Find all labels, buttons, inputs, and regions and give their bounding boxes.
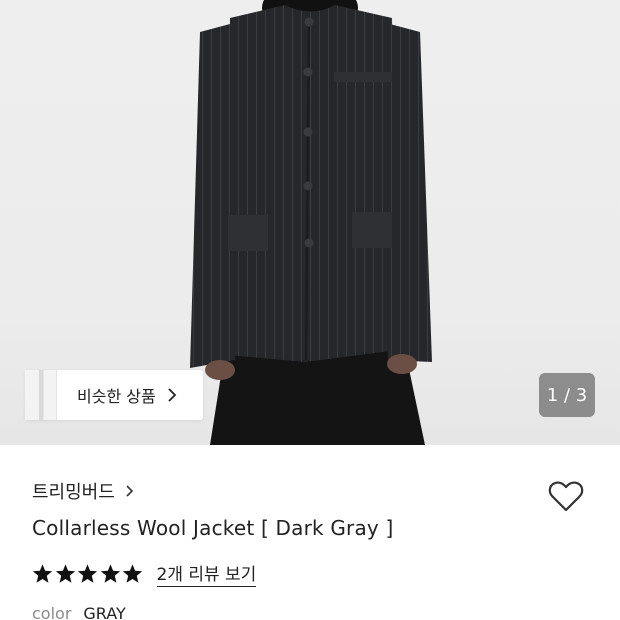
product-image-carousel[interactable]: 비슷한 상품 1 / 3 bbox=[0, 0, 620, 445]
view-reviews-link[interactable]: 2개 리뷰 보기 bbox=[156, 560, 257, 587]
star-filled-icon bbox=[32, 564, 53, 583]
heart-outline-icon[interactable] bbox=[546, 476, 586, 516]
chevron-right-icon bbox=[126, 485, 133, 497]
star-filled-icon bbox=[77, 564, 98, 583]
product-title: Collarless Wool Jacket [ Dark Gray ] bbox=[32, 516, 394, 540]
rating-stars bbox=[32, 563, 145, 584]
similar-products-label: 비슷한 상품 bbox=[77, 387, 156, 406]
color-option-row: color GRAY bbox=[32, 604, 126, 620]
image-counter: 1 / 3 bbox=[539, 373, 595, 417]
color-option-label: color bbox=[32, 604, 72, 620]
brand-name: 트리밍버드 bbox=[32, 482, 115, 503]
chevron-right-icon bbox=[168, 388, 176, 402]
similar-product-thumbnail bbox=[25, 370, 57, 420]
star-filled-icon bbox=[100, 564, 120, 583]
rating-row: 2개 리뷰 보기 bbox=[32, 560, 257, 587]
star-filled-icon bbox=[122, 564, 143, 583]
similar-products-button[interactable]: 비슷한 상품 bbox=[25, 370, 203, 420]
brand-link[interactable]: 트리밍버드 bbox=[32, 478, 135, 504]
color-option-value: GRAY bbox=[83, 604, 126, 620]
star-filled-icon bbox=[55, 564, 75, 583]
